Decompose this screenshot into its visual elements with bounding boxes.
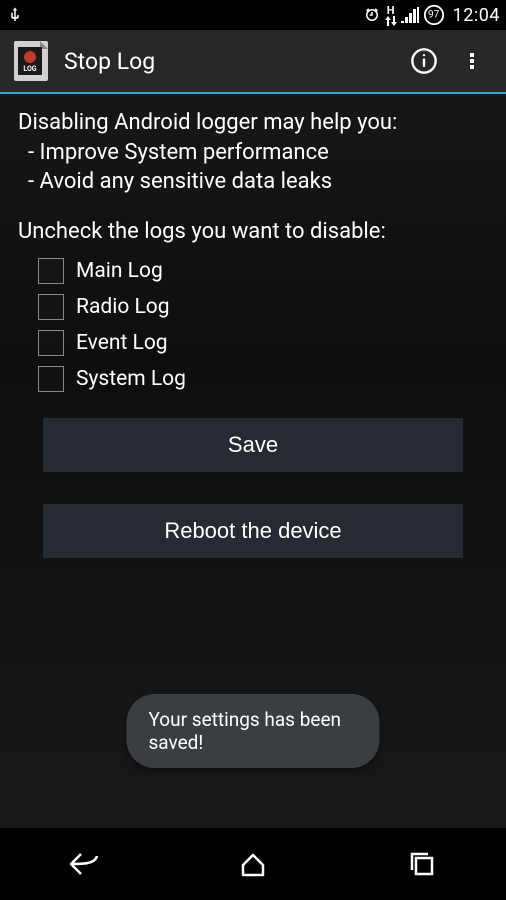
- intro-heading: Disabling Android logger may help you:: [18, 110, 397, 135]
- signal-icon: [401, 7, 419, 23]
- recent-apps-button[interactable]: [382, 840, 462, 888]
- intro-bullet-2: - Avoid any sensitive data leaks: [18, 167, 488, 197]
- battery-percent-label: 97: [428, 10, 439, 21]
- svg-text:LOG: LOG: [23, 65, 36, 73]
- network-type-label: H: [387, 5, 395, 16]
- check-item-system-log[interactable]: System Log: [18, 362, 488, 396]
- status-bar: H 97 12:04: [0, 0, 506, 30]
- app-icon: LOG: [10, 40, 52, 82]
- checkbox-icon[interactable]: [38, 294, 64, 320]
- navigation-bar: [0, 828, 506, 900]
- content: Disabling Android logger may help you: -…: [0, 94, 506, 558]
- data-icon: H: [385, 5, 397, 26]
- intro-bullet-1: - Improve System performance: [18, 138, 488, 168]
- reboot-button[interactable]: Reboot the device: [43, 504, 463, 558]
- overflow-menu-button[interactable]: [448, 37, 496, 85]
- toast-message: Your settings has been saved!: [127, 694, 380, 768]
- check-item-main-log[interactable]: Main Log: [18, 254, 488, 288]
- check-label: Radio Log: [76, 295, 170, 319]
- intro-text: Disabling Android logger may help you: -…: [18, 108, 488, 197]
- back-button[interactable]: [44, 840, 124, 888]
- home-button[interactable]: [213, 840, 293, 888]
- battery-icon: 97: [423, 4, 445, 26]
- instruction-text: Uncheck the logs you want to disable:: [18, 219, 488, 244]
- app-title: Stop Log: [64, 48, 400, 75]
- check-item-radio-log[interactable]: Radio Log: [18, 290, 488, 324]
- check-label: System Log: [76, 367, 186, 391]
- info-button[interactable]: [400, 37, 448, 85]
- checkbox-icon[interactable]: [38, 330, 64, 356]
- log-checklist: Main Log Radio Log Event Log System Log: [18, 254, 488, 396]
- clock: 12:04: [453, 5, 500, 26]
- save-button[interactable]: Save: [43, 418, 463, 472]
- checkbox-icon[interactable]: [38, 366, 64, 392]
- usb-icon: [6, 6, 24, 24]
- check-label: Event Log: [76, 331, 168, 355]
- action-bar: LOG Stop Log: [0, 30, 506, 94]
- check-item-event-log[interactable]: Event Log: [18, 326, 488, 360]
- alarm-icon: [363, 6, 381, 24]
- check-label: Main Log: [76, 259, 163, 283]
- checkbox-icon[interactable]: [38, 258, 64, 284]
